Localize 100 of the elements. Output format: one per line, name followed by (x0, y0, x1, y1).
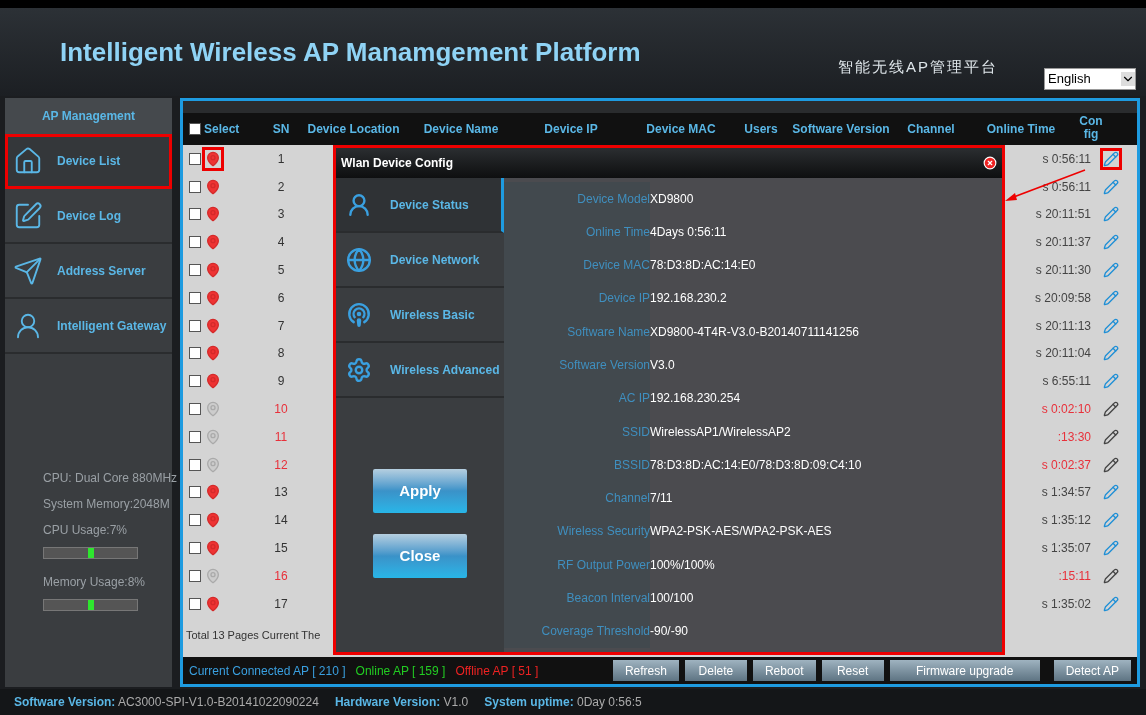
field-value: WirelessAP1/WirelessAP2 (650, 423, 791, 441)
checkbox[interactable] (189, 291, 201, 304)
field-value: 192.168.230.2 (650, 290, 727, 308)
column-header: Users (744, 122, 778, 136)
table-cell: s 6:55:11 (1042, 374, 1091, 389)
field-value: -90/-90 (650, 623, 689, 641)
action-button[interactable]: Detect AP (1053, 660, 1131, 681)
table-cell: s 1:35:02 (1041, 596, 1091, 611)
table-cell: s 0:02:10 (1041, 402, 1091, 417)
status-label: Software Version: (14, 695, 116, 709)
field-value: 192.168.230.254 (650, 390, 741, 408)
pencil-icon[interactable] (1103, 567, 1119, 584)
column-header: Device IP (544, 122, 598, 136)
broadcast-icon (346, 301, 372, 328)
column-header: Channel (907, 122, 955, 136)
field-value: 100%/100% (650, 556, 715, 574)
table-cell: s 20:11:30 (1035, 263, 1091, 278)
checkbox[interactable] (189, 180, 201, 193)
system-info-text: CPU Usage:7% (43, 522, 128, 539)
table-cell: s 0:02:37 (1041, 457, 1091, 472)
action-button[interactable]: Firmware upgrade (889, 660, 1040, 681)
ap-stat: Current Connected AP [ 210 ] (189, 662, 346, 680)
app-subtitle: 智能无线AP管理平台 (838, 56, 998, 77)
checkbox[interactable] (189, 152, 201, 165)
field-label: Device MAC (583, 257, 650, 275)
field-label: AC IP (618, 390, 650, 408)
edit-icon (13, 200, 43, 231)
table-cell: 4 (277, 235, 285, 250)
column-header: Config (1079, 115, 1103, 141)
action-button[interactable]: Refresh (612, 660, 679, 681)
table-cell: s 20:11:04 (1035, 346, 1091, 361)
table-cell: s 20:11:13 (1035, 318, 1091, 333)
field-label: Device Model (577, 190, 650, 208)
ap-stat: Offline AP [ 51 ] (455, 662, 539, 680)
field-value: 78:D3:8D:AC:14:E0 (650, 257, 756, 275)
table-cell: s 20:09:58 (1034, 290, 1091, 305)
checkbox[interactable] (189, 569, 201, 582)
close-icon[interactable] (983, 156, 997, 170)
checkbox[interactable] (189, 403, 201, 416)
dialog-button[interactable]: Apply (373, 469, 467, 513)
table-cell: 8 (277, 346, 285, 361)
status-value: V1.0 (443, 695, 469, 709)
table-cell: s 1:35:07 (1041, 541, 1091, 556)
checkbox[interactable] (189, 458, 201, 471)
column-header: Device Name (423, 122, 499, 136)
checkbox[interactable] (189, 123, 201, 135)
system-info-text: CPU: Dual Core 880MHz (43, 470, 178, 487)
table-cell: 9 (277, 374, 285, 389)
sidebar-item[interactable]: Device List (5, 134, 172, 189)
table-cell: 13 (274, 485, 288, 500)
checkbox[interactable] (189, 208, 201, 221)
action-button[interactable]: Reboot (752, 660, 816, 681)
table-cell: s 20:11:51 (1035, 207, 1091, 222)
checkbox[interactable] (189, 597, 201, 610)
status-label: System uptime: (484, 695, 574, 709)
table-cell: s 1:34:57 (1041, 485, 1091, 500)
table-cell: s 20:11:37 (1035, 235, 1091, 250)
field-label: SSID (622, 423, 650, 441)
dialog-button[interactable]: Close (373, 534, 467, 578)
field-label: Device IP (598, 290, 650, 308)
checkbox[interactable] (189, 430, 201, 443)
pencil-icon[interactable] (1103, 456, 1119, 473)
system-info-text: Memory Usage:8% (43, 574, 146, 591)
dialog-nav-item[interactable]: Device Status (336, 178, 504, 233)
checkbox[interactable] (189, 514, 201, 527)
field-label: Coverage Threshold (541, 623, 650, 641)
table-cell: 14 (274, 513, 288, 528)
table-cell: 5 (277, 263, 285, 278)
globe-icon (346, 246, 372, 273)
status-label: Hardware Version: (334, 695, 441, 709)
sidebar-section-title: AP Management (5, 98, 172, 134)
language-select[interactable]: English (1044, 68, 1136, 90)
table-cell: 1 (277, 151, 285, 166)
field-label: Software Name (567, 323, 650, 341)
dropdown-caret-icon (1121, 72, 1135, 86)
column-header: Select (204, 121, 240, 138)
field-value: 4Days 0:56:11 (650, 223, 727, 241)
checkbox[interactable] (189, 486, 201, 499)
paper-plane-icon (13, 255, 43, 286)
action-button[interactable]: Delete (684, 660, 747, 681)
checkbox[interactable] (189, 236, 201, 249)
table-cell: 12 (274, 457, 288, 472)
pencil-icon[interactable] (1103, 401, 1119, 418)
pencil-icon[interactable] (1103, 428, 1119, 445)
column-header: SN (272, 122, 290, 136)
checkbox[interactable] (189, 375, 201, 388)
table-cell: 7 (277, 318, 285, 333)
checkbox[interactable] (189, 319, 201, 332)
column-header: Device MAC (646, 122, 716, 136)
action-button[interactable]: Reset (821, 660, 884, 681)
table-cell: s 0:56:11 (1042, 151, 1091, 166)
field-label: RF Output Power (557, 556, 650, 574)
field-label: Online Time (585, 223, 650, 241)
checkbox[interactable] (189, 347, 201, 360)
checkbox[interactable] (189, 542, 201, 555)
dialog-title: Wlan Device Config (341, 155, 453, 172)
house-icon (13, 145, 43, 176)
column-header: Online Time (986, 122, 1056, 136)
checkbox[interactable] (189, 264, 201, 277)
pencil-icon[interactable] (1103, 150, 1119, 167)
